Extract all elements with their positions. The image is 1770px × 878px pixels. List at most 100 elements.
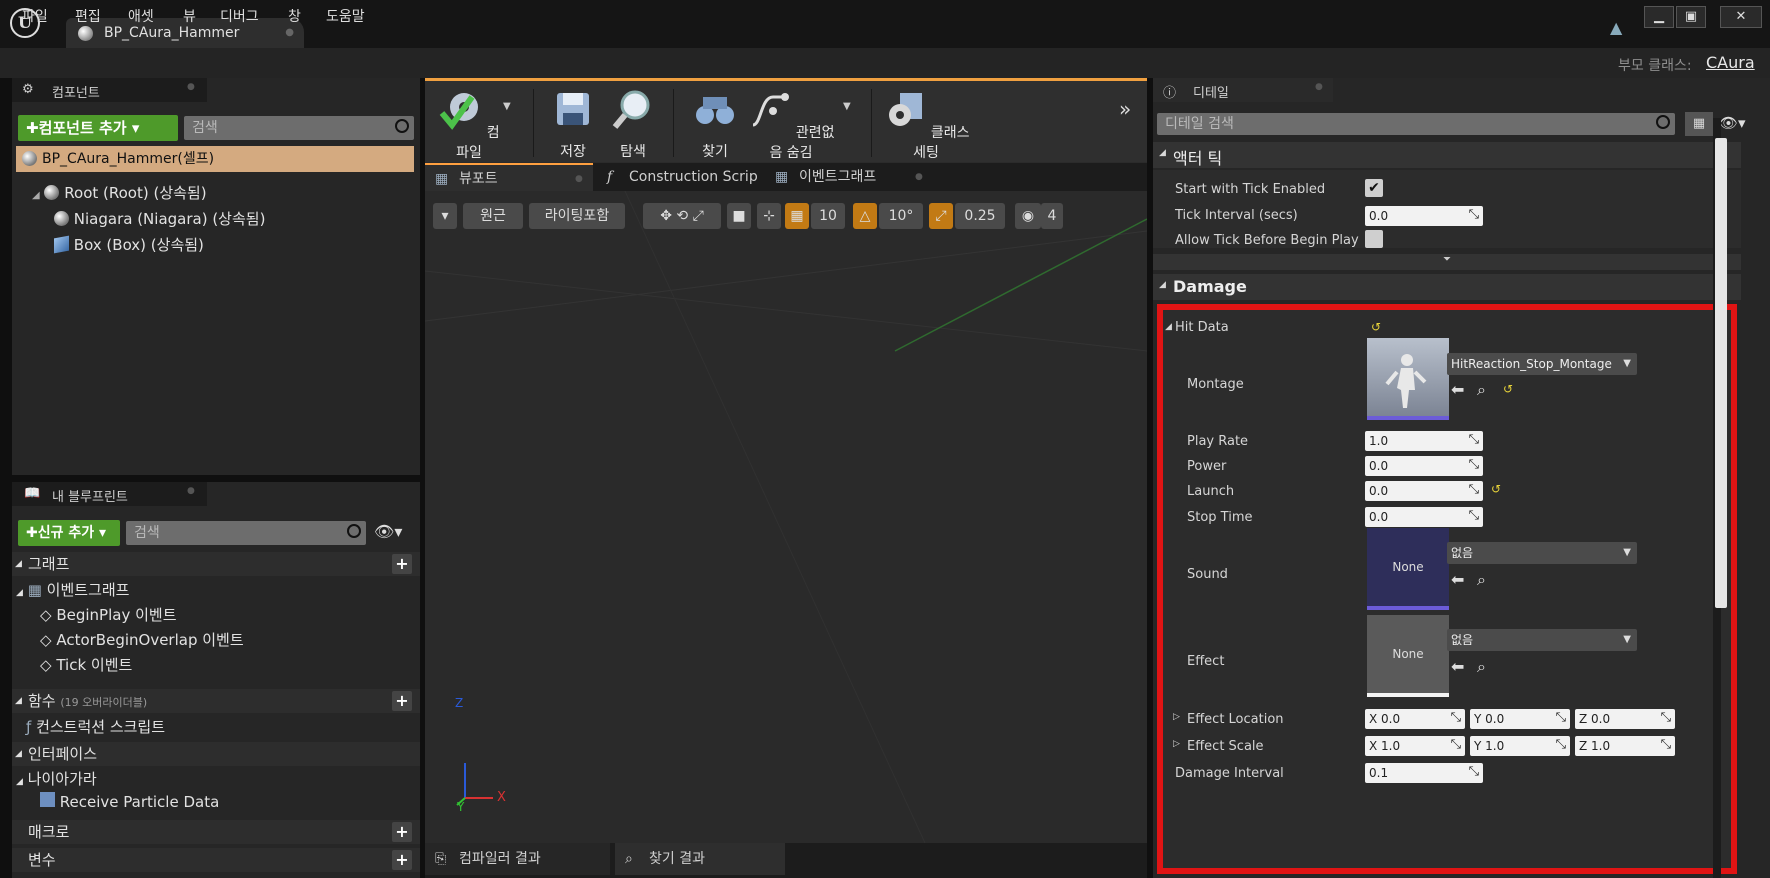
lit-mode-button[interactable]: 라이팅포함 — [529, 203, 625, 229]
blueprint-search-input[interactable]: 검색 — [126, 521, 366, 545]
section-macros[interactable]: 매크로 + — [12, 820, 420, 844]
damage-interval-field[interactable]: 0.1 — [1365, 762, 1483, 783]
section-functions[interactable]: ◢ 함수 (19 오버라이더블) + — [12, 689, 420, 713]
components-tab-close-icon[interactable]: ● — [187, 82, 195, 92]
camera-speed-icon[interactable]: ◉ — [1015, 203, 1041, 229]
details-search-input[interactable]: 디테일 검색 — [1157, 113, 1675, 135]
browse-magnifier-icon[interactable]: ⌕ — [1477, 570, 1486, 590]
viewport-3d[interactable]: ▾ 원근 라이팅포함 ✥ ⟲ ⤢ ■ ⊹ ▦ 10 △ 10° ⤢ 0.25 ◉… — [425, 191, 1147, 843]
viewport-options-button[interactable]: ▾ — [433, 203, 457, 229]
menu-view[interactable]: 뷰 — [183, 6, 196, 26]
start-with-tick-checkbox[interactable]: ✔ — [1365, 179, 1383, 197]
my-blueprint-tab[interactable]: 📖 내 블루프린트 ● — [12, 482, 207, 506]
rotation-snap-toggle[interactable]: △ — [853, 203, 877, 229]
effect-location-z-field[interactable]: Z 0.0 — [1575, 708, 1675, 729]
sound-thumbnail[interactable]: None — [1367, 528, 1449, 610]
close-tab-icon[interactable]: ● — [575, 165, 583, 193]
menu-debug[interactable]: 디버그 — [220, 6, 259, 26]
event-item-beginplay[interactable]: ◇ BeginPlay 이벤트 — [40, 604, 177, 625]
expand-arrow-icon[interactable]: ▷ — [1173, 712, 1180, 722]
parent-class-link[interactable]: CAura — [1706, 53, 1755, 72]
tab-construction-script[interactable]: f Construction Scrip — [595, 163, 765, 191]
close-window-button[interactable]: ✕ — [1720, 6, 1762, 28]
effect-thumbnail[interactable]: None — [1367, 615, 1449, 697]
section-variables[interactable]: 변수 + — [12, 848, 420, 872]
tick-interval-field[interactable]: 0.0 — [1365, 205, 1483, 226]
use-selected-arrow-icon[interactable]: ⬅ — [1451, 657, 1464, 676]
scale-snap-toggle[interactable]: ⤢ — [929, 203, 953, 229]
hide-unrelated-button[interactable]: 관련없음 숨김 — [743, 87, 839, 162]
menu-edit[interactable]: 편집 — [75, 6, 101, 26]
eye-icon[interactable]: 👁▾ — [1719, 114, 1746, 132]
effect-scale-z-field[interactable]: Z 1.0 — [1575, 735, 1675, 756]
reset-to-default-icon[interactable]: ↺ — [1491, 482, 1501, 496]
effect-location-x-field[interactable]: X 0.0 — [1365, 708, 1465, 729]
minimize-button[interactable]: ▁ — [1644, 6, 1674, 28]
tab-find-results[interactable]: ⌕ 찾기 결과 — [615, 843, 785, 875]
tree-item-box[interactable]: Box (Box) (상속됨) — [54, 234, 204, 255]
close-tab-icon[interactable]: ● — [915, 163, 923, 191]
details-tab-close-icon[interactable]: ● — [1315, 82, 1323, 92]
use-selected-arrow-icon[interactable]: ⬅ — [1451, 570, 1464, 589]
maximize-button[interactable]: ▣ — [1676, 6, 1706, 28]
event-item-tick[interactable]: ◇ Tick 이벤트 — [40, 654, 132, 675]
browse-button[interactable]: 탐색 — [603, 87, 663, 161]
class-settings-button[interactable]: 클래스 세팅 — [881, 87, 971, 162]
play-rate-field[interactable]: 1.0 — [1365, 430, 1483, 451]
collapse-arrow-icon[interactable]: ◢ — [32, 190, 40, 201]
power-field[interactable]: 0.0 — [1365, 455, 1483, 476]
effect-location-y-field[interactable]: Y 0.0 — [1470, 708, 1570, 729]
find-button[interactable]: 찾기 — [685, 87, 745, 161]
section-damage[interactable]: ◢ Damage — [1153, 274, 1741, 300]
add-graph-button[interactable]: + — [392, 554, 412, 574]
tab-viewport[interactable]: ▦ 뷰포트 ● — [425, 163, 593, 191]
reset-to-default-icon[interactable]: ↺ — [1503, 382, 1513, 396]
receive-particle-item[interactable]: Receive Particle Data — [40, 792, 219, 811]
self-component-item[interactable]: BP_CAura_Hammer(셀프) — [16, 146, 414, 172]
section-graph[interactable]: ◢ 그래프 + — [12, 552, 420, 576]
transform-tools[interactable]: ✥ ⟲ ⤢ — [643, 203, 721, 229]
details-tab[interactable]: ⓘ 디테일 ● — [1153, 78, 1333, 102]
menu-help[interactable]: 도움말 — [326, 6, 365, 26]
rotation-snap-value[interactable]: 10° — [879, 203, 923, 229]
add-variable-button[interactable]: + — [392, 850, 412, 870]
graduation-cap-icon[interactable]: ▲ — [1610, 18, 1634, 37]
tree-item-niagara[interactable]: Niagara (Niagara) (상속됨) — [54, 208, 265, 229]
grid-snap-toggle[interactable]: ▦ — [785, 203, 809, 229]
menu-window[interactable]: 창 — [288, 6, 301, 26]
components-search-input[interactable]: 검색 — [184, 116, 414, 140]
launch-field[interactable]: 0.0 — [1365, 480, 1483, 501]
collapse-arrow-icon[interactable]: ◢ — [1165, 322, 1172, 332]
event-graph-item[interactable]: ◢ ▦ 이벤트그래프 — [16, 579, 129, 600]
compile-options-caret-icon[interactable]: ▼ — [503, 101, 511, 112]
components-tab[interactable]: ⚙ 컴포넌트 ● — [12, 78, 207, 102]
effect-scale-y-field[interactable]: Y 1.0 — [1470, 735, 1570, 756]
effect-scale-x-field[interactable]: X 1.0 — [1365, 735, 1465, 756]
reset-to-default-icon[interactable]: ↺ — [1371, 320, 1381, 334]
event-item-actorbeginoverlap[interactable]: ◇ ActorBeginOverlap 이벤트 — [40, 629, 244, 650]
niagara-category[interactable]: ◢ 나이아가라 — [16, 768, 97, 789]
effect-asset-picker[interactable]: 없음 ▼ — [1447, 629, 1637, 651]
tab-compiler-results[interactable]: ⎘ 컴파일러 결과 — [425, 843, 610, 875]
compile-button[interactable]: 컴파일 — [433, 87, 505, 162]
tab-event-graph[interactable]: ▦ 이벤트그래프 ● — [765, 163, 935, 191]
advanced-expand-button[interactable]: ⏷ — [1153, 254, 1741, 270]
tree-item-root[interactable]: ◢ Root (Root) (상속됨) — [32, 182, 207, 203]
browse-magnifier-icon[interactable]: ⌕ — [1477, 380, 1486, 400]
grid-snap-value[interactable]: 10 — [811, 203, 845, 229]
montage-thumbnail[interactable] — [1367, 338, 1449, 420]
hide-unrelated-caret-icon[interactable]: ▼ — [843, 101, 851, 112]
expand-arrow-icon[interactable]: ▷ — [1173, 739, 1180, 749]
my-blueprint-tab-close-icon[interactable]: ● — [187, 486, 195, 496]
section-actor-tick[interactable]: ◢ 액터 틱 — [1153, 142, 1741, 168]
camera-speed-value[interactable]: 4 — [1041, 203, 1063, 229]
add-function-button[interactable]: + — [392, 691, 412, 711]
use-selected-arrow-icon[interactable]: ⬅ — [1451, 380, 1464, 399]
section-interfaces[interactable]: ◢ 인터페이스 — [12, 742, 420, 766]
montage-asset-picker[interactable]: HitReaction_Stop_Montage ▼ — [1447, 353, 1637, 375]
construction-script-item[interactable]: ƒ 컨스트럭션 스크립트 — [26, 716, 165, 737]
menu-asset[interactable]: 애셋 — [128, 6, 154, 26]
add-new-button[interactable]: ✚신규 추가 ▾ — [18, 520, 120, 546]
allow-tick-checkbox[interactable] — [1365, 230, 1383, 248]
surface-snap-icon[interactable]: ■ — [727, 203, 751, 229]
